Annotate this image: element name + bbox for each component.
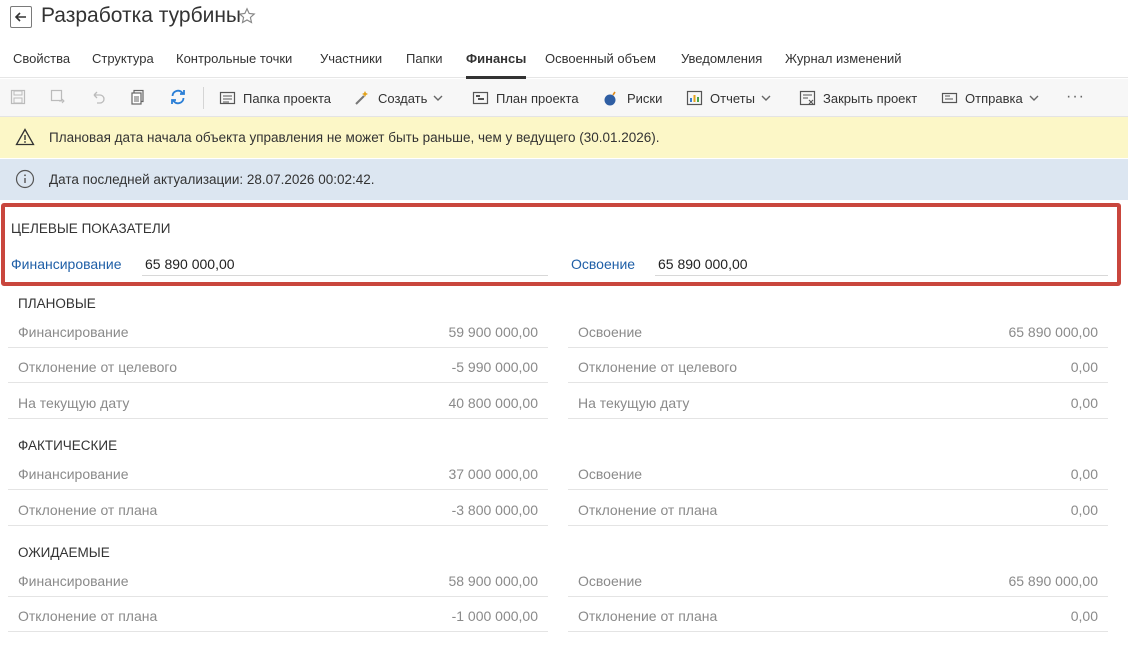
- arrow-left-icon: [14, 12, 26, 22]
- create-button[interactable]: Создать: [353, 79, 443, 117]
- reports-button[interactable]: Отчеты: [685, 79, 771, 117]
- actual-mastering-deviation-row: Отклонение от плана 0,00: [568, 491, 1108, 526]
- planned-section-title: ПЛАНОВЫЕ: [18, 296, 96, 311]
- expected-financing-row: Финансирование 58 900 000,00: [8, 562, 548, 597]
- expected-section-title: ОЖИДАЕМЫЕ: [18, 545, 110, 560]
- folder-icon: [218, 89, 236, 107]
- planned-deviation-row: Отклонение от целевого -5 990 000,00: [8, 348, 548, 383]
- target-financing-field[interactable]: 65 890 000,00: [142, 250, 548, 276]
- create-icon: [353, 89, 371, 107]
- tab-structure[interactable]: Структура: [92, 44, 154, 78]
- tab-folders[interactable]: Папки: [406, 44, 443, 78]
- save-icon[interactable]: [9, 88, 27, 106]
- plan-icon: [471, 89, 489, 107]
- planned-financing-row: Финансирование 59 900 000,00: [8, 313, 548, 348]
- info-text: Дата последней актуализации: 28.07.2026 …: [49, 172, 375, 187]
- toolbar: Папка проекта Создать План проекта Риски…: [0, 79, 1128, 117]
- undo-icon[interactable]: [89, 88, 107, 106]
- planned-current-date-row: На текущую дату 40 800 000,00: [8, 384, 548, 419]
- tab-finance[interactable]: Финансы: [466, 44, 527, 79]
- warning-banner: Плановая дата начала объекта управления …: [0, 117, 1128, 158]
- project-plan-button[interactable]: План проекта: [471, 79, 579, 117]
- warning-text: Плановая дата начала объекта управления …: [49, 130, 660, 145]
- planned-mastering-row: Освоение 65 890 000,00: [568, 313, 1108, 348]
- expected-mastering-deviation-row: Отклонение от плана 0,00: [568, 597, 1108, 632]
- envelope-icon: [940, 89, 958, 107]
- actual-financing-row: Финансирование 37 000 000,00: [8, 455, 548, 490]
- expected-deviation-row: Отклонение от плана -1 000 000,00: [8, 597, 548, 632]
- tab-properties[interactable]: Свойства: [13, 44, 70, 78]
- target-mastering-field[interactable]: 65 890 000,00: [655, 250, 1108, 276]
- chevron-down-icon: [1029, 95, 1039, 101]
- section-title: ЦЕЛЕВЫЕ ПОКАЗАТЕЛИ: [11, 221, 171, 236]
- target-indicators-section: ЦЕЛЕВЫЕ ПОКАЗАТЕЛИ Финансирование 65 890…: [1, 203, 1121, 286]
- close-project-icon: [798, 89, 816, 107]
- info-icon: [15, 169, 35, 189]
- planned-mastering-deviation-row: Отклонение от целевого 0,00: [568, 348, 1108, 383]
- copy-icon[interactable]: [129, 88, 147, 106]
- back-button[interactable]: [10, 6, 32, 28]
- tab-change-log[interactable]: Журнал изменений: [785, 44, 902, 78]
- warning-icon: [15, 128, 35, 146]
- expected-mastering-row: Освоение 65 890 000,00: [568, 562, 1108, 597]
- chevron-down-icon: [761, 95, 771, 101]
- chevron-down-icon: [433, 95, 443, 101]
- tab-milestones[interactable]: Контрольные точки: [176, 44, 292, 78]
- page-title: Разработка турбины: [41, 4, 242, 27]
- project-folder-button[interactable]: Папка проекта: [218, 79, 331, 117]
- refresh-icon[interactable]: [169, 88, 187, 106]
- more-options-icon[interactable]: ···: [1066, 88, 1085, 106]
- send-button[interactable]: Отправка: [940, 79, 1039, 117]
- actual-section-title: ФАКТИЧЕСКИЕ: [18, 438, 118, 453]
- actual-deviation-row: Отклонение от плана -3 800 000,00: [8, 491, 548, 526]
- tab-bar: Свойства Структура Контрольные точки Уча…: [0, 44, 1128, 79]
- chart-icon: [685, 89, 703, 107]
- info-banner: Дата последней актуализации: 28.07.2026 …: [0, 159, 1128, 200]
- actual-mastering-row: Освоение 0,00: [568, 455, 1108, 490]
- close-project-button[interactable]: Закрыть проект: [798, 79, 917, 117]
- mastering-link[interactable]: Освоение: [571, 256, 635, 272]
- save-close-icon[interactable]: [49, 88, 67, 106]
- tab-earned-value[interactable]: Освоенный объем: [545, 44, 656, 78]
- financing-link[interactable]: Финансирование: [11, 256, 122, 272]
- risks-button[interactable]: Риски: [602, 79, 662, 117]
- star-icon[interactable]: [238, 7, 256, 25]
- tab-participants[interactable]: Участники: [320, 44, 382, 78]
- toolbar-separator: [203, 87, 204, 109]
- planned-mastering-current-row: На текущую дату 0,00: [568, 384, 1108, 419]
- tab-notifications[interactable]: Уведомления: [681, 44, 762, 78]
- page-header: Разработка турбины: [0, 0, 1128, 36]
- bomb-icon: [602, 89, 620, 107]
